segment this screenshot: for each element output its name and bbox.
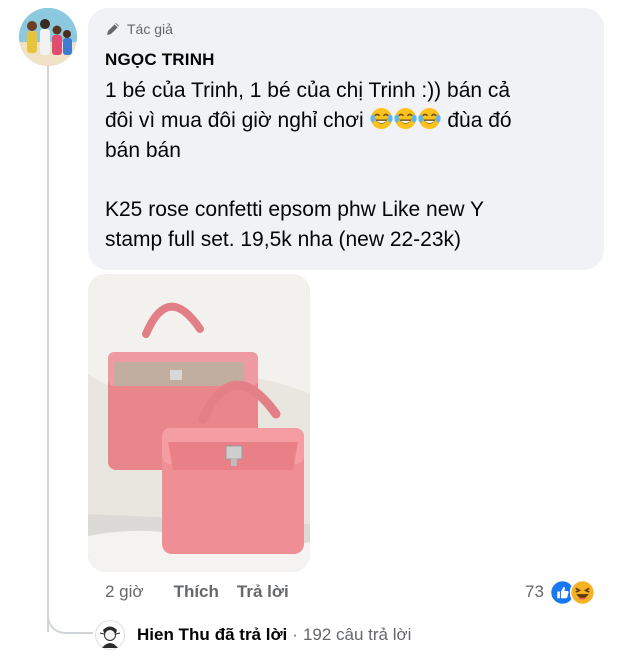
reply-action-text: đã trả lời [214, 625, 288, 644]
comment-line: bán bán [105, 139, 181, 162]
reaction-count: 73 [525, 582, 544, 601]
comment-line-part: đôi vì mua đôi giờ nghỉ chơi [105, 109, 370, 132]
comment-text: 1 bé của Trinh, 1 bé của chị Trinh :)) b… [105, 76, 590, 255]
author-badge: Tác giả [105, 21, 173, 37]
tears-of-joy-emoji [369, 107, 393, 130]
thread-connector [47, 600, 93, 634]
comment-bubble: Tác giả NGỌC TRINH 1 bé của Trinh, 1 bé … [88, 8, 604, 270]
reply-button[interactable]: Trả lời [237, 582, 289, 602]
comment-actions: 2 giờ Thích Trả lời [105, 581, 307, 603]
author-avatar[interactable] [19, 8, 77, 66]
tears-of-joy-emoji [393, 107, 417, 130]
author-name[interactable]: NGỌC TRINH [105, 50, 215, 70]
reply-summary[interactable]: Hien Thu đã trả lời · 192 câu trả lời [95, 620, 411, 650]
like-button[interactable]: Thích [174, 582, 219, 602]
comment-line: K25 rose confetti epsom phw Like new Y [105, 198, 484, 221]
comment-line-part: đùa đó [441, 109, 512, 132]
pink-handbags-photo[interactable] [88, 274, 310, 572]
replier-name: Hien Thu [137, 625, 210, 644]
comment-line: đôi vì mua đôi giờ nghỉ chơi đùa đó [105, 106, 590, 136]
pen-icon [107, 23, 119, 35]
reply-count: 192 câu trả lời [302, 625, 412, 644]
haha-reaction-icon [569, 579, 595, 605]
comment-line: 1 bé của Trinh, 1 bé của chị Trinh :)) b… [105, 79, 511, 102]
tears-of-joy-emoji [417, 107, 441, 130]
thread-line [47, 66, 49, 632]
author-badge-label: Tác giả [127, 21, 173, 37]
separator-dot: · [292, 625, 298, 644]
replier-avatar [95, 620, 125, 650]
reaction-summary[interactable]: 73 [525, 578, 595, 606]
comment-line: stamp full set. 19,5k nha (new 22-23k) [105, 228, 462, 251]
comment-timestamp[interactable]: 2 giờ [105, 582, 144, 602]
